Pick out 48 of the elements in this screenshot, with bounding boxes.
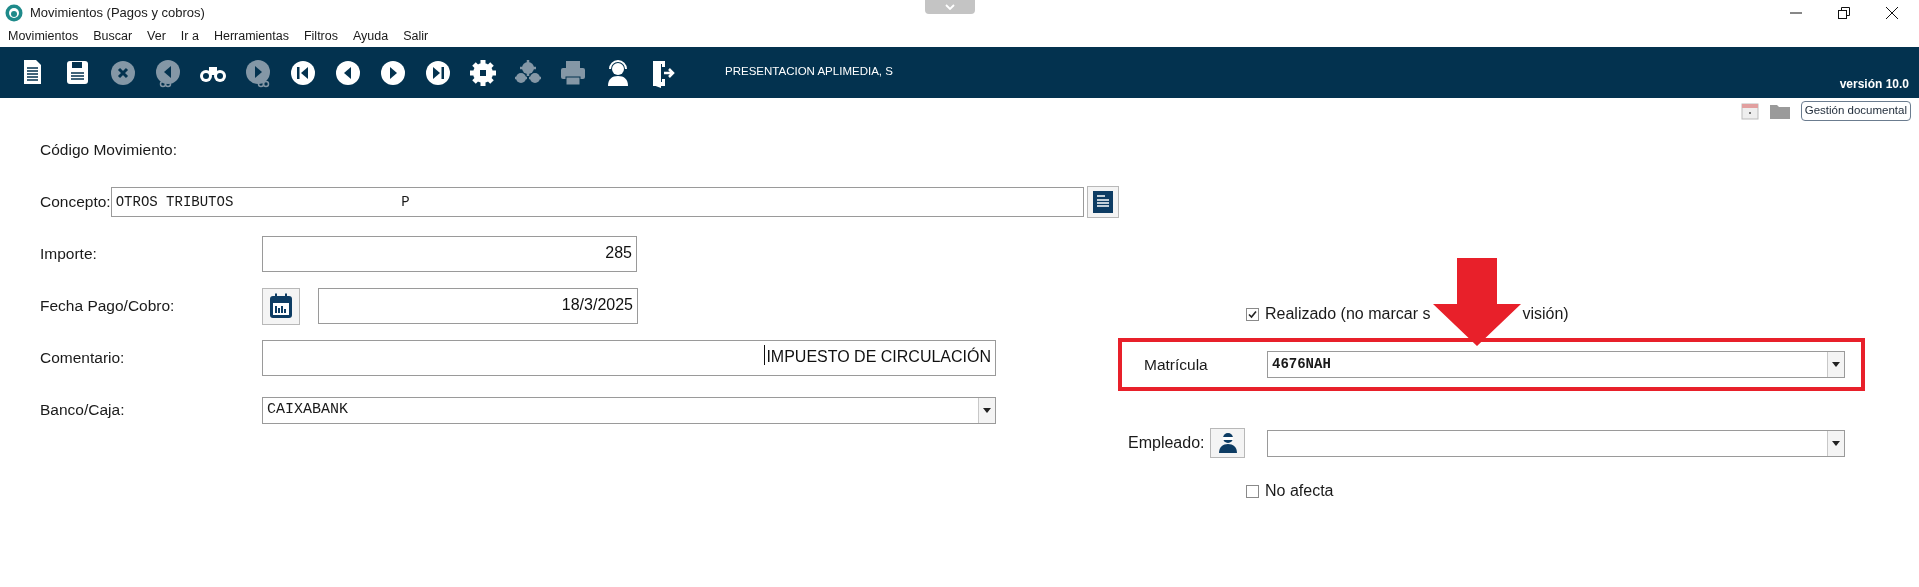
- caret-icon: [1832, 440, 1840, 446]
- calendar-icon: [269, 293, 293, 319]
- concept-lookup-button[interactable]: [1086, 186, 1119, 218]
- field-label: Banco/Caja:: [39, 400, 126, 421]
- date-field[interactable]: 18/3/2025: [318, 288, 638, 324]
- caret-icon: [983, 407, 991, 413]
- checkbox[interactable]: [1246, 307, 1259, 321]
- field-label: Fecha Pago/Cobro:: [39, 296, 176, 317]
- field-label: Código Movimiento:: [39, 140, 178, 161]
- field-label: Concepto:: [39, 192, 111, 213]
- menu-item[interactable]: Ayuda: [352, 26, 389, 46]
- folder-icon[interactable]: [1768, 102, 1791, 120]
- caret-icon: [1832, 362, 1840, 367]
- person-icon: [1217, 432, 1238, 454]
- menu-item[interactable]: Buscar: [93, 26, 133, 46]
- concept-field[interactable]: OTROS TRIBUTOS P: [110, 187, 1084, 217]
- dropdown-button[interactable]: [1827, 430, 1844, 456]
- calendar-button[interactable]: [262, 287, 300, 325]
- menu-item[interactable]: Ir a: [180, 26, 199, 46]
- restore-icon[interactable]: [1837, 5, 1851, 20]
- bank-select[interactable]: CAIXABANK: [262, 396, 996, 424]
- dropdown-button[interactable]: [978, 397, 995, 423]
- window-title: Movimientos (Pagos y cobros): [30, 3, 205, 22]
- comment-field[interactable]: IMPUESTO DE CIRCULACIÓN: [262, 340, 996, 376]
- field-label: Matrícula: [1143, 354, 1209, 375]
- close-icon[interactable]: [1885, 5, 1899, 20]
- menu-item[interactable]: Salir: [403, 26, 429, 46]
- version-label: versión 10.0: [1839, 76, 1909, 93]
- checkbox-label: Realizado (no marcar s: [1265, 304, 1431, 324]
- dropdown-button[interactable]: [1827, 352, 1844, 377]
- amount-field[interactable]: 285: [262, 236, 637, 272]
- company-name: PRESENTACION APLIMEDIA, S: [725, 64, 893, 79]
- app-logo-icon: [5, 3, 23, 22]
- menu-item[interactable]: Movimientos: [8, 26, 79, 46]
- checkbox-label: visión): [1522, 304, 1569, 324]
- document-icon: [1091, 190, 1114, 214]
- menu-item[interactable]: Herramientas: [213, 26, 289, 46]
- document-management-button[interactable]: Gestión documental: [1800, 101, 1911, 121]
- field-label: Importe:: [39, 244, 98, 265]
- plate-select[interactable]: 4676NAH: [1267, 351, 1845, 378]
- checkbox-label: No afecta: [1265, 481, 1334, 501]
- field-label: Comentario:: [39, 348, 126, 369]
- chevron-icon: [945, 4, 955, 10]
- field-label: Empleado:: [1128, 433, 1206, 453]
- menu-item[interactable]: Ver: [147, 26, 166, 46]
- menu-item[interactable]: Filtros: [303, 26, 338, 46]
- employee-button[interactable]: [1210, 428, 1245, 458]
- checkbox[interactable]: [1246, 484, 1259, 498]
